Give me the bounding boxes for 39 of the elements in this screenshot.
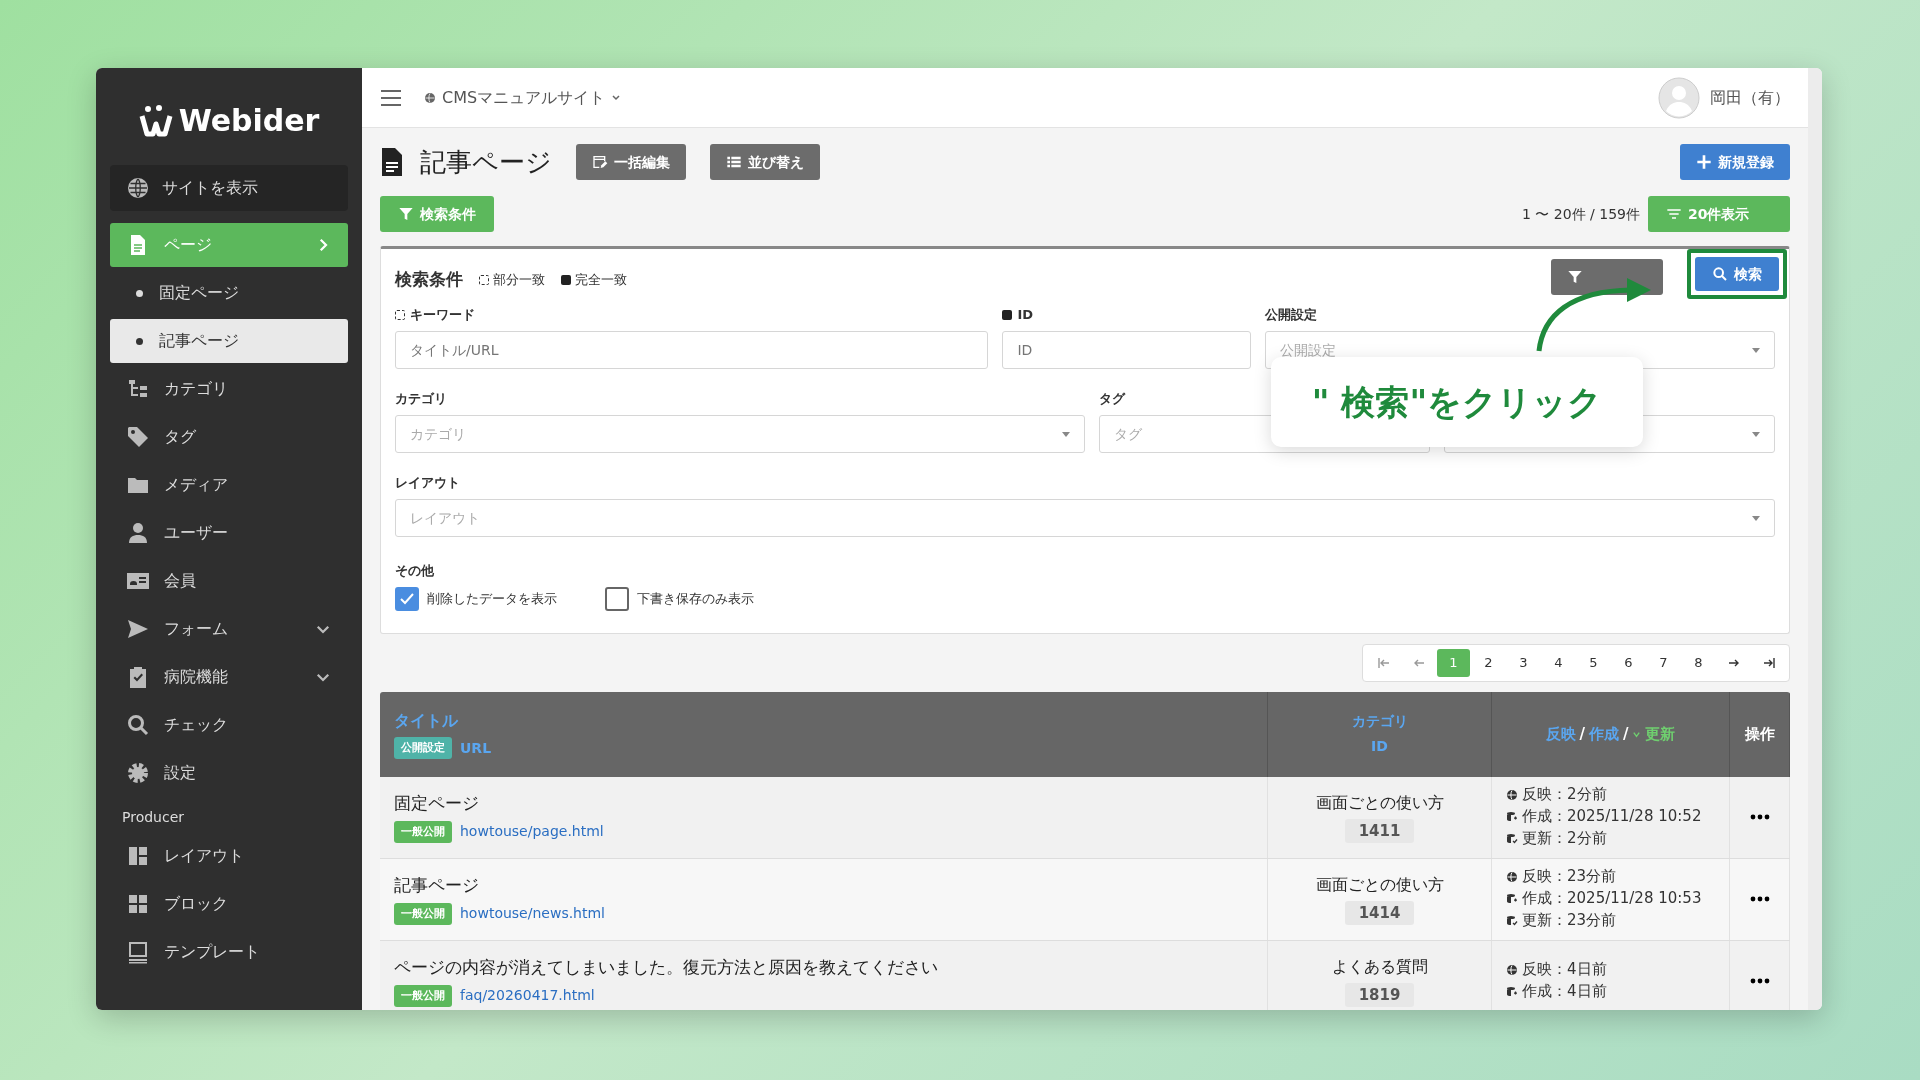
date-text: 反映：2分前 [1522,784,1607,806]
separator: / [1579,723,1585,745]
id-badge: 1411 [1344,818,1415,844]
field-label: カテゴリ [395,390,447,409]
separator: / [1623,723,1629,745]
id-badge: 1414 [1344,900,1415,926]
field-label: ID [1017,306,1034,325]
field-label: キーワード [410,306,475,325]
status-badge: 一般公開 [394,820,452,843]
logo-text: Webider [178,102,320,140]
legend-label: 完全一致 [575,271,627,290]
status-badge: 公開設定 [394,736,452,760]
category-text: 画面ごとの使い方 [1315,791,1444,814]
hint-tooltip: " 検索"をクリック [1271,357,1643,447]
field-label: その他 [395,562,434,580]
date-text: 反映：4日前 [1522,959,1607,981]
field-label: 公開設定 [1264,306,1317,325]
date-text: 作成：4日前 [1522,981,1607,1002]
status-badge: 一般公開 [394,984,452,1007]
panel-title: 検索条件 [395,268,463,292]
result-count: 1 〜 20件 / 159件 [1522,204,1640,224]
date-text: 反映：23分前 [1522,866,1617,888]
field-label: タグ [1099,390,1125,409]
field-label: レイアウト [395,474,460,493]
date-text: 更新：2分前 [1522,827,1607,849]
date-text: 作成：2025/11/28 10:53 [1522,888,1702,910]
row-title: 記事ページ [394,874,480,897]
date-text: 更新：23分前 [1522,909,1617,931]
category-text: よくある質問 [1331,955,1428,978]
id-badge: 1819 [1344,982,1415,1008]
date-text: 作成：2025/11/28 10:52 [1522,806,1702,828]
page-title: 記事ページ [420,145,552,179]
section-heading: Producer [121,808,186,827]
legend-label: 部分一致 [493,271,545,290]
row-title: ページの内容が消えてしまいました。復元方法と原因を教えてください [394,956,939,979]
row-title: 固定ページ [394,792,480,815]
column-header: 操作 [1744,723,1775,745]
status-badge: 一般公開 [394,902,452,925]
category-text: 画面ごとの使い方 [1315,873,1444,896]
